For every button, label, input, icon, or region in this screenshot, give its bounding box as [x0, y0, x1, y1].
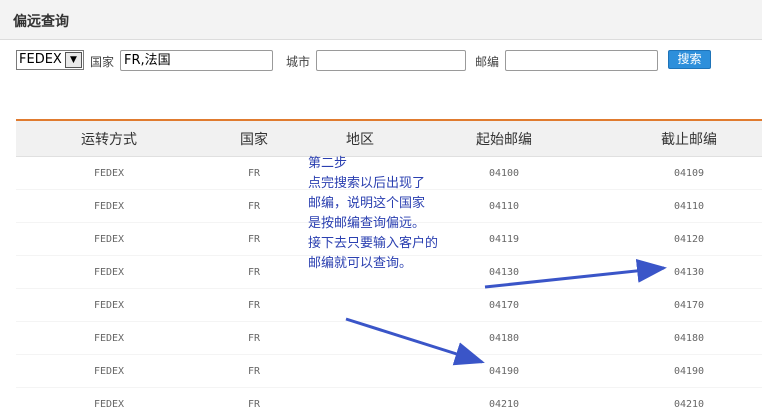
annotation-arrows: [345, 258, 667, 366]
arrow-to-end-postcode: [484, 258, 667, 289]
arrow-to-start-postcode: [345, 317, 485, 366]
